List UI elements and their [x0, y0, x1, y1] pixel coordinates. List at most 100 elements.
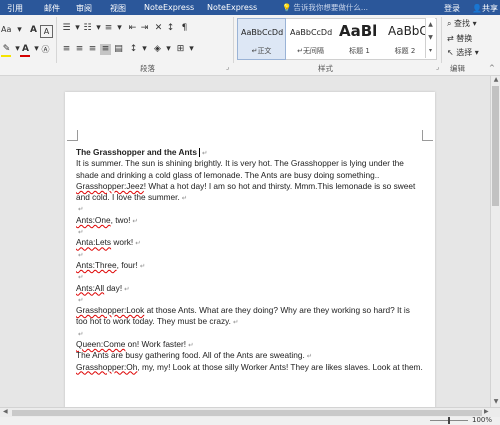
style-name: 标题 1 [349, 47, 370, 55]
scroll-thumb[interactable] [492, 86, 499, 206]
document-line: It is summer. The sun is shining brightl… [76, 158, 426, 169]
justify-icon[interactable]: ≡ [100, 44, 111, 55]
highlight-icon[interactable]: ✎ [1, 44, 12, 55]
font-color-icon[interactable]: A [20, 44, 31, 55]
line-text: Grasshopper:Jeez! What a hot day! I am s… [76, 180, 416, 191]
paragraph-mark-icon: ↵ [124, 285, 130, 293]
change-case-button[interactable]: Aa [1, 25, 11, 35]
zoom-slider[interactable] [430, 417, 468, 424]
sort-icon[interactable]: ↕ [165, 23, 176, 34]
ribbon: Aa ▾ A A ✎ ▾ A ▾ Ⓐ ☰ ▾ ☷ ▾ ≡ ▾ ⇤ ⇥ ✕ ↕ ¶… [0, 15, 500, 76]
styles-group-label: 样式 [318, 64, 333, 73]
line-text: Ants:Three, four! [76, 259, 138, 270]
shading-icon[interactable]: Ⓐ [40, 44, 51, 55]
font-color-bar [20, 55, 30, 57]
line-text: Grasshopper:Oh, my, my! Look at those si… [76, 361, 423, 372]
zoom-slider-knob[interactable] [448, 417, 450, 424]
scroll-left-icon[interactable]: ◀ [3, 408, 8, 415]
replace-button[interactable]: ⇄ 替换 [447, 34, 472, 44]
spellcheck-underline: Ants:One [76, 214, 111, 225]
paragraph-mark-icon: ↵ [181, 195, 188, 203]
line-text: too hot to work today. They must be craz… [76, 316, 231, 327]
style-name: 标题 2 [394, 47, 416, 55]
tab-noteexpress-1[interactable]: NoteExpress [144, 3, 194, 12]
borders-icon[interactable]: ⊞ [175, 44, 186, 55]
line-text: Queen:Come on! Work faster! [76, 339, 187, 350]
select-button[interactable]: ↖ 选择 ▾ [447, 48, 479, 58]
tell-me-text: 告诉我你想要做什么... [293, 3, 368, 12]
line-text: Anta:Lets work! [76, 237, 134, 248]
chinese-layout-icon[interactable]: ✕ [153, 23, 164, 34]
styles-scroll[interactable]: ▲ ▼ ▾ [425, 18, 435, 58]
phonetic-guide-icon[interactable]: A [28, 25, 39, 36]
paragraph-mark-icon: ↵ [78, 229, 84, 237]
collapse-ribbon-icon[interactable]: ^ [489, 63, 495, 73]
align-right-icon[interactable]: ≡ [87, 44, 98, 55]
align-center-icon[interactable]: ≡ [74, 44, 85, 55]
document-line: ↵ [76, 294, 426, 305]
tab-view[interactable]: 视图 [110, 3, 126, 14]
tab-review[interactable]: 审阅 [76, 3, 92, 14]
body-lines: It is summer. The sun is shining brightl… [76, 158, 426, 373]
scroll-thumb[interactable] [12, 410, 482, 416]
styles-dialog-launcher-icon[interactable]: ⌟ [436, 63, 439, 71]
login-link[interactable]: 登录 [444, 3, 460, 14]
highlight-color-bar [1, 55, 11, 57]
paragraph-mark-icon: ↵ [232, 319, 239, 327]
line-spacing-icon[interactable]: ↕ [128, 44, 139, 55]
shading-bucket-icon[interactable]: ◈ [152, 44, 163, 55]
tell-me-box[interactable]: 💡 告诉我你想要做什么... [282, 2, 368, 13]
paragraph-mark-icon: ↵ [78, 206, 84, 214]
document-line: shade and drinking a cold glass of lemon… [76, 170, 426, 181]
dropdown-arrow-icon[interactable]: ▾ [139, 44, 150, 55]
find-label: 查找 [454, 19, 471, 28]
document-line: ↵ [76, 226, 426, 237]
style-name-text: 无间隔 [302, 47, 324, 55]
line-text: The Ants are busy gathering food. All of… [76, 350, 305, 361]
align-left-icon[interactable]: ≡ [61, 44, 72, 55]
dropdown-arrow-icon[interactable]: ▾ [114, 23, 125, 34]
vertical-scrollbar[interactable]: ▲ ▼ [490, 76, 500, 407]
share-button[interactable]: 👤共享 [472, 3, 498, 14]
replace-icon: ⇄ [447, 34, 454, 43]
dropdown-arrow-icon[interactable]: ▾ [163, 44, 174, 55]
style-preview: AaBbCcDd [241, 28, 284, 37]
chevron-down-icon[interactable]: ▼ [426, 31, 435, 44]
document-line: Grasshopper:Oh, my, my! Look at those si… [76, 362, 426, 373]
decrease-indent-icon[interactable]: ⇤ [127, 23, 138, 34]
scroll-right-icon[interactable]: ▶ [484, 408, 489, 415]
scroll-up-icon[interactable]: ▲ [491, 76, 500, 83]
distributed-icon[interactable]: ▤ [113, 44, 124, 55]
increase-indent-icon[interactable]: ⇥ [139, 23, 150, 34]
tab-mailings[interactable]: 邮件 [44, 3, 60, 14]
paragraph-dialog-launcher-icon[interactable]: ⌟ [226, 63, 229, 71]
paragraph-mark-icon: ↵ [78, 251, 84, 259]
chevron-up-icon[interactable]: ▲ [426, 18, 435, 31]
style-heading-1[interactable]: AaBl 标题 1 [336, 19, 383, 59]
show-formatting-icon[interactable]: ¶ [179, 23, 190, 34]
dropdown-arrow-icon: ▾ [474, 48, 479, 57]
style-no-spacing[interactable]: AaBbCcDd ↵无间隔 [287, 19, 334, 59]
share-label: 共享 [481, 4, 498, 13]
style-normal[interactable]: AaBbCcDd ↵正文 [237, 18, 286, 60]
paragraph-mark-icon: ↵ [78, 330, 84, 338]
document-page[interactable]: The Grasshopper and the Ants ↵ It is summ… [65, 92, 435, 407]
dropdown-arrow-icon[interactable]: ▾ [186, 44, 197, 55]
tab-noteexpress-2[interactable]: NoteExpress [207, 3, 257, 12]
zoom-level[interactable]: 100% [472, 416, 492, 424]
bullets-icon[interactable]: ☰ [61, 23, 72, 34]
document-line: Ants:One, two! ↵ [76, 215, 426, 226]
title-text: The Grasshopper and the Ants [76, 147, 197, 157]
style-preview: AaBl [339, 22, 378, 40]
document-line: Ants:Three, four! ↵ [76, 260, 426, 271]
dropdown-arrow-icon[interactable]: ▾ [14, 25, 25, 36]
more-icon[interactable]: ▾ [426, 44, 435, 57]
find-button[interactable]: ⌕ 查找 ▾ [447, 19, 477, 29]
numbering-icon[interactable]: ☷ [82, 23, 93, 34]
document-body[interactable]: The Grasshopper and the Ants ↵ It is summ… [76, 147, 426, 373]
character-border-icon[interactable]: A [40, 25, 53, 38]
document-line: Ants:All day! ↵ [76, 283, 426, 294]
scroll-down-icon[interactable]: ▼ [491, 398, 500, 405]
multilevel-list-icon[interactable]: ≡ [103, 23, 114, 34]
tab-references[interactable]: 引用 [7, 3, 23, 14]
